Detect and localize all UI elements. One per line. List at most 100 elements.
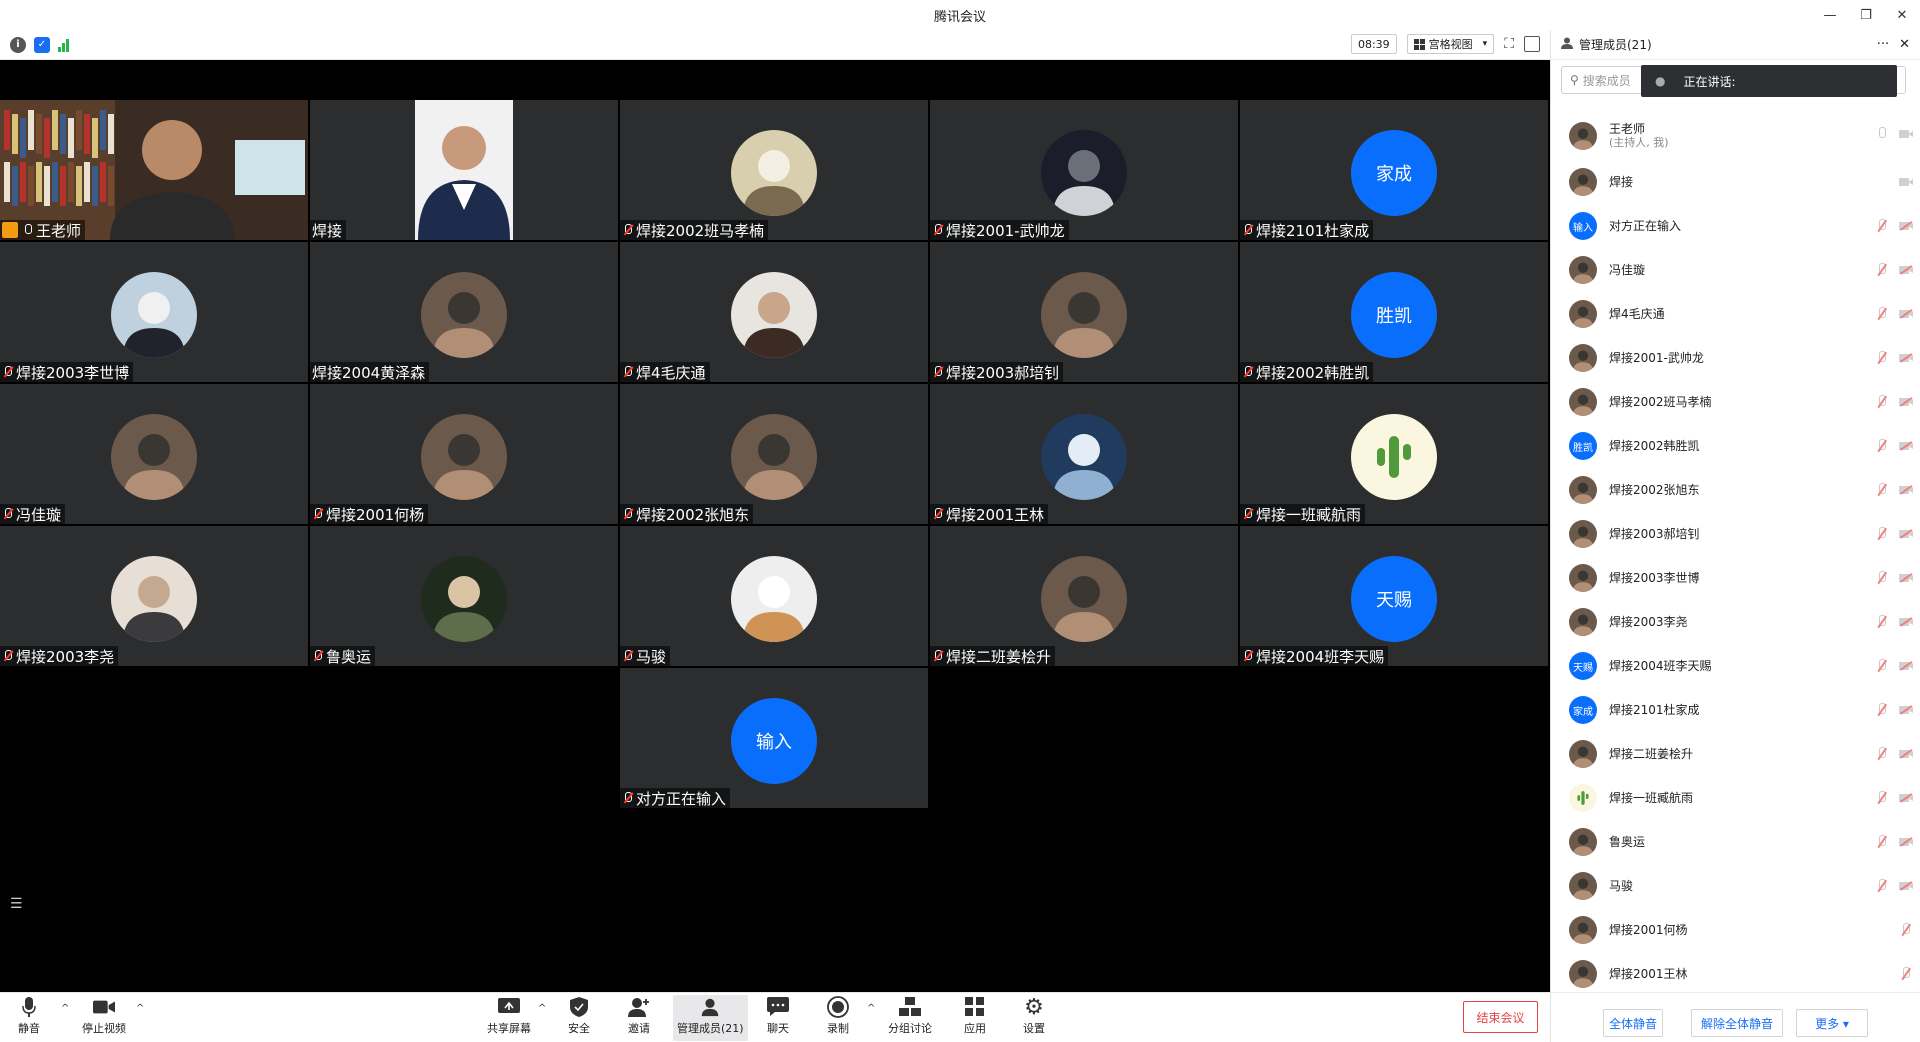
muted-microphone-icon[interactable] xyxy=(1875,659,1889,673)
end-meeting-button[interactable]: 结束会议 xyxy=(1463,1001,1538,1033)
muted-microphone-icon[interactable] xyxy=(1875,571,1889,585)
settings-button[interactable]: ⚙ 设置 xyxy=(1023,995,1045,1036)
camera-off-icon[interactable] xyxy=(1899,659,1913,673)
microphone-icon[interactable] xyxy=(1875,127,1889,141)
minimize-button[interactable]: — xyxy=(1812,0,1848,30)
video-tile[interactable]: 鲁奥运 xyxy=(310,526,618,666)
member-row[interactable]: 冯佳璇 xyxy=(1551,248,1920,292)
signal-icon[interactable] xyxy=(58,38,69,52)
member-row[interactable]: 马骏 xyxy=(1551,864,1920,908)
member-row[interactable]: 焊接2002班马孝楠 xyxy=(1551,380,1920,424)
video-tile[interactable]: 焊接2003李世博 xyxy=(0,242,308,382)
member-row[interactable]: 焊接2003郝培钊 xyxy=(1551,512,1920,556)
camera-off-icon[interactable] xyxy=(1899,703,1913,717)
share-screen-button[interactable]: 共享屏幕 xyxy=(487,997,531,1036)
video-tile[interactable]: 天赐 焊接2004班李天赐 xyxy=(1240,526,1548,666)
camera-off-icon[interactable] xyxy=(1899,527,1913,541)
member-row[interactable]: 焊接2001-武帅龙 xyxy=(1551,336,1920,380)
member-row[interactable]: 焊接 xyxy=(1551,160,1920,204)
muted-microphone-icon[interactable] xyxy=(1899,967,1913,981)
member-row[interactable]: 输入 对方正在输入 xyxy=(1551,204,1920,248)
camera-off-icon[interactable] xyxy=(1899,219,1913,233)
video-tile[interactable]: 马骏 xyxy=(620,526,928,666)
camera-off-icon[interactable] xyxy=(1899,835,1913,849)
video-tile[interactable]: 家成 焊接2101杜家成 xyxy=(1240,100,1548,240)
video-tile[interactable]: 焊接2002班马孝楠 xyxy=(620,100,928,240)
member-row[interactable]: 天赐 焊接2004班李天赐 xyxy=(1551,644,1920,688)
video-tile[interactable]: 焊接 xyxy=(310,100,618,240)
video-options-caret[interactable]: ^ xyxy=(136,1003,144,1014)
list-icon[interactable]: ☰ xyxy=(10,896,23,912)
muted-microphone-icon[interactable] xyxy=(1875,351,1889,365)
member-row[interactable]: 焊接2001何杨 xyxy=(1551,908,1920,952)
video-tile[interactable]: 焊接二班姜桧升 xyxy=(930,526,1238,666)
audio-options-caret[interactable]: ^ xyxy=(61,1003,69,1014)
camera-off-icon[interactable] xyxy=(1899,483,1913,497)
camera-off-icon[interactable] xyxy=(1899,351,1913,365)
mute-button[interactable]: 静音 xyxy=(18,997,40,1036)
unmute-all-button[interactable]: 解除全体静音 xyxy=(1691,1009,1783,1037)
muted-microphone-icon[interactable] xyxy=(1875,263,1889,277)
member-row[interactable]: 焊4毛庆通 xyxy=(1551,292,1920,336)
shield-icon[interactable]: ✓ xyxy=(34,36,50,53)
camera-icon[interactable] xyxy=(1899,175,1913,189)
member-row[interactable]: 胜凯 焊接2002韩胜凯 xyxy=(1551,424,1920,468)
camera-off-icon[interactable] xyxy=(1899,747,1913,761)
member-row[interactable]: 焊接2002张旭东 xyxy=(1551,468,1920,512)
video-tile[interactable]: 输入 对方正在输入 xyxy=(620,668,928,808)
muted-microphone-icon[interactable] xyxy=(1875,439,1889,453)
muted-microphone-icon[interactable] xyxy=(1875,307,1889,321)
camera-off-icon[interactable] xyxy=(1899,263,1913,277)
member-row[interactable]: 焊接2001王林 xyxy=(1551,952,1920,996)
breakout-button[interactable]: 分组讨论 xyxy=(888,997,932,1036)
video-tile[interactable]: 焊4毛庆通 xyxy=(620,242,928,382)
muted-microphone-icon[interactable] xyxy=(1899,923,1913,937)
video-tile[interactable]: 焊接2004黄泽森 xyxy=(310,242,618,382)
invite-button[interactable]: 邀请 xyxy=(628,997,650,1036)
video-tile[interactable]: 焊接2003郝培钊 xyxy=(930,242,1238,382)
camera-off-icon[interactable] xyxy=(1899,615,1913,629)
video-tile[interactable]: 焊接2003李尧 xyxy=(0,526,308,666)
share-options-caret[interactable]: ^ xyxy=(538,1003,546,1014)
member-row[interactable]: 鲁奥运 xyxy=(1551,820,1920,864)
video-tile[interactable]: 胜凯 焊接2002韩胜凯 xyxy=(1240,242,1548,382)
security-button[interactable]: 安全 xyxy=(568,997,590,1036)
stop-video-button[interactable]: 停止视频 xyxy=(82,997,126,1036)
video-tile[interactable]: 焊接一班臧航雨 xyxy=(1240,384,1548,524)
camera-off-icon[interactable] xyxy=(1899,439,1913,453)
member-row[interactable]: 焊接2003李世博 xyxy=(1551,556,1920,600)
more-options-button[interactable]: ··· xyxy=(1877,37,1889,52)
info-icon[interactable]: i xyxy=(10,36,26,53)
member-row[interactable]: 焊接2003李尧 xyxy=(1551,600,1920,644)
muted-microphone-icon[interactable] xyxy=(1875,219,1889,233)
camera-off-icon[interactable] xyxy=(1899,395,1913,409)
video-tile[interactable]: 冯佳璇 xyxy=(0,384,308,524)
camera-icon[interactable] xyxy=(1899,127,1913,141)
member-row[interactable]: 焊接二班姜桧升 xyxy=(1551,732,1920,776)
video-tile[interactable]: 焊接2001何杨 xyxy=(310,384,618,524)
sidebar-toggle-icon[interactable] xyxy=(1524,36,1540,52)
video-tile[interactable]: 焊接2001王林 xyxy=(930,384,1238,524)
member-row[interactable]: 焊接一班臧航雨 xyxy=(1551,776,1920,820)
fullscreen-icon[interactable]: ⛶ xyxy=(1504,36,1514,52)
muted-microphone-icon[interactable] xyxy=(1875,791,1889,805)
muted-microphone-icon[interactable] xyxy=(1875,483,1889,497)
video-tile[interactable]: 焊接2002张旭东 xyxy=(620,384,928,524)
close-panel-button[interactable]: ✕ xyxy=(1899,37,1910,52)
apps-button[interactable]: 应用 xyxy=(964,997,986,1036)
record-options-caret[interactable]: ^ xyxy=(867,1003,875,1014)
manage-members-button[interactable]: 管理成员(21) xyxy=(673,995,748,1041)
muted-microphone-icon[interactable] xyxy=(1875,615,1889,629)
muted-microphone-icon[interactable] xyxy=(1875,747,1889,761)
restore-button[interactable]: ❐ xyxy=(1848,0,1884,30)
muted-microphone-icon[interactable] xyxy=(1875,395,1889,409)
camera-off-icon[interactable] xyxy=(1899,879,1913,893)
view-mode-button[interactable]: 宫格视图 ▾ xyxy=(1406,34,1495,54)
camera-off-icon[interactable] xyxy=(1899,307,1913,321)
mute-all-button[interactable]: 全体静音 xyxy=(1603,1009,1663,1037)
muted-microphone-icon[interactable] xyxy=(1875,703,1889,717)
chat-button[interactable]: 聊天 xyxy=(767,997,789,1036)
muted-microphone-icon[interactable] xyxy=(1875,879,1889,893)
camera-off-icon[interactable] xyxy=(1899,571,1913,585)
video-tile[interactable]: 焊接2001-武帅龙 xyxy=(930,100,1238,240)
